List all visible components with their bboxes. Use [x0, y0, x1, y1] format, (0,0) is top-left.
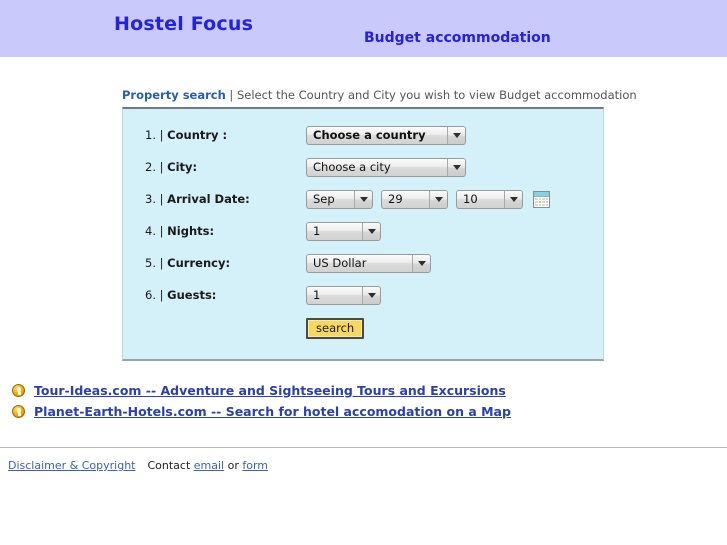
fields-nights: 1 — [306, 221, 381, 241]
chevron-down-icon[interactable] — [362, 222, 380, 240]
footer-divider — [0, 447, 727, 448]
search-button[interactable]: search — [306, 317, 365, 339]
lightbulb-icon — [12, 404, 25, 418]
chevron-down-icon[interactable] — [354, 190, 372, 208]
search-form-panel: 1. | Country : Choose a country 2. | Cit… — [122, 107, 604, 361]
fields-guests: 1 — [306, 285, 381, 305]
promo-links: Tour-Ideas.com -- Adventure and Sightsee… — [12, 381, 712, 423]
country-select[interactable]: Choose a country — [306, 125, 466, 145]
promo-row-tour-ideas: Tour-Ideas.com -- Adventure and Sightsee… — [12, 381, 712, 399]
label-guests: 6. | Guests: — [123, 288, 306, 302]
form-row-arrival-date: 3. | Arrival Date: Sep 29 10 — [123, 183, 603, 215]
row-index-arrival-date: 3. | — [145, 192, 168, 206]
fields-arrival-date: Sep 29 10 — [306, 189, 550, 209]
promo-row-planet-earth-hotels: Planet-Earth-Hotels.com -- Search for ho… — [12, 402, 712, 420]
footer-bar: Disclaimer & Copyright Contact email or f… — [8, 459, 268, 472]
label-arrival-date: 3. | Arrival Date: — [123, 192, 306, 206]
form-row-currency: 5. | Currency: US Dollar — [123, 247, 603, 279]
disclaimer-link[interactable]: Disclaimer & Copyright — [8, 459, 135, 472]
form-row-guests: 6. | Guests: 1 — [123, 279, 603, 311]
search-button-row: search — [123, 311, 603, 345]
label-nights: 4. | Nights: — [123, 224, 306, 238]
site-header-band: Hostel Focus Budget accommodation — [0, 0, 727, 57]
promo-link-planet-earth-hotels[interactable]: Planet-Earth-Hotels.com -- Search for ho… — [34, 404, 511, 419]
fields-country: Choose a country — [306, 125, 466, 145]
label-currency: 5. | Currency: — [123, 256, 306, 270]
calendar-icon-grid — [535, 197, 548, 206]
form-row-nights: 4. | Nights: 1 — [123, 215, 603, 247]
chevron-down-icon[interactable] — [447, 126, 465, 144]
row-index-city: 2. | — [145, 160, 168, 174]
chevron-down-icon[interactable] — [504, 190, 522, 208]
arrival-year-value: 10 — [463, 192, 478, 206]
site-tagline: Budget accommodation — [364, 30, 551, 46]
fields-currency: US Dollar — [306, 253, 431, 273]
row-label-guests: Guests: — [167, 288, 217, 302]
row-label-currency: Currency: — [167, 256, 231, 270]
country-select-value: Choose a country — [313, 128, 426, 142]
fields-city: Choose a city — [306, 157, 466, 177]
chevron-down-icon[interactable] — [429, 190, 447, 208]
property-search-section: Property search | Select the Country and… — [122, 88, 637, 361]
form-row-country: 1. | Country : Choose a country — [123, 119, 603, 151]
city-select-value: Choose a city — [313, 160, 391, 174]
chevron-down-icon[interactable] — [447, 158, 465, 176]
row-index-nights: 4. | — [145, 224, 168, 238]
section-heading-subtitle: | Select the Country and City you wish t… — [225, 88, 637, 102]
row-index-country: 1. | — [145, 128, 168, 142]
calendar-icon[interactable] — [533, 190, 550, 208]
section-heading-title: Property search — [122, 88, 226, 102]
lightbulb-icon — [12, 383, 25, 397]
row-label-country: Country : — [167, 128, 228, 142]
email-link[interactable]: email — [194, 459, 224, 472]
arrival-month-value: Sep — [313, 192, 335, 206]
currency-select[interactable]: US Dollar — [306, 253, 431, 273]
or-label: or — [224, 459, 243, 472]
arrival-month-select[interactable]: Sep — [306, 189, 373, 209]
chevron-down-icon[interactable] — [362, 286, 380, 304]
guests-select[interactable]: 1 — [306, 285, 381, 305]
row-index-guests: 6. | — [145, 288, 168, 302]
label-city: 2. | City: — [123, 160, 306, 174]
nights-select-value: 1 — [313, 224, 321, 238]
row-label-nights: Nights: — [167, 224, 215, 238]
promo-link-tour-ideas[interactable]: Tour-Ideas.com -- Adventure and Sightsee… — [34, 383, 506, 398]
calendar-icon-header — [534, 191, 549, 197]
section-heading: Property search | Select the Country and… — [122, 88, 637, 107]
row-label-city: City: — [167, 160, 198, 174]
nights-select[interactable]: 1 — [306, 221, 381, 241]
arrival-year-select[interactable]: 10 — [456, 189, 523, 209]
site-title: Hostel Focus — [114, 13, 254, 35]
arrival-day-select[interactable]: 29 — [381, 189, 448, 209]
arrival-day-value: 29 — [388, 192, 403, 206]
row-label-arrival-date: Arrival Date: — [167, 192, 250, 206]
form-row-city: 2. | City: Choose a city — [123, 151, 603, 183]
contact-label: Contact — [147, 459, 194, 472]
chevron-down-icon[interactable] — [412, 254, 430, 272]
currency-select-value: US Dollar — [313, 256, 367, 270]
row-index-currency: 5. | — [145, 256, 168, 270]
guests-select-value: 1 — [313, 288, 321, 302]
form-link[interactable]: form — [242, 459, 268, 472]
label-country: 1. | Country : — [123, 128, 306, 142]
city-select[interactable]: Choose a city — [306, 157, 466, 177]
